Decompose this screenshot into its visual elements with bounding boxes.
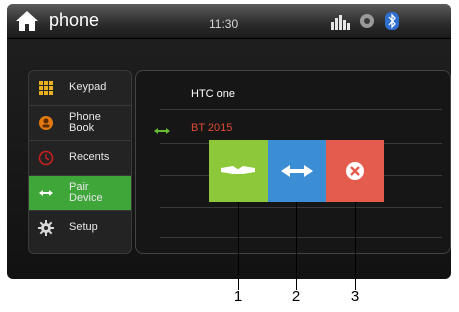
home-icon[interactable] (15, 10, 39, 37)
pair-device-icon (38, 185, 54, 201)
top-bar: phone 11:30 (7, 4, 451, 39)
connected-icon (154, 123, 170, 141)
connect-button[interactable] (268, 140, 326, 202)
clock: 11:30 (209, 17, 239, 31)
sidebar-item-label: Setup (69, 221, 98, 233)
cancel-button[interactable] (326, 140, 384, 202)
sidebar-item-phone-book[interactable]: Phone Book (29, 106, 131, 141)
sidebar-item-recents[interactable]: Recents (29, 141, 131, 176)
callout-line-1 (238, 202, 239, 290)
sidebar-item-label: Keypad (69, 81, 107, 93)
sidebar-item-label: Recents (69, 151, 110, 163)
pair-button[interactable] (209, 140, 268, 202)
sidebar-item-keypad[interactable]: Keypad (29, 71, 131, 106)
device-row[interactable]: BT 2015 (136, 113, 450, 143)
device-name: BT 2015 (191, 122, 233, 134)
recents-icon (38, 150, 54, 166)
settings-status-icon (359, 13, 375, 34)
gear-icon (38, 220, 54, 236)
callout-number-1: 1 (233, 288, 243, 305)
device-row[interactable]: HTC one (136, 79, 450, 109)
keypad-icon (38, 80, 54, 96)
phonebook-icon (38, 115, 54, 131)
sidebar-item-label-line-2: Device (69, 192, 103, 204)
sidebar-item-label: Pair Device (69, 182, 129, 204)
callout-number-3: 3 (350, 288, 360, 305)
row-divider (160, 109, 442, 110)
callout-number-2: 2 (291, 288, 301, 305)
row-divider (160, 237, 442, 238)
phone-sidebar: Keypad Phone Book Recents Pair Device Se… (28, 70, 132, 254)
row-divider (160, 207, 442, 208)
bluetooth-icon (385, 12, 399, 35)
sidebar-item-label-line-2: Book (69, 122, 95, 134)
callout-line-3 (355, 202, 356, 290)
page-title: phone (49, 10, 100, 30)
pair-action-popup (209, 140, 384, 202)
equalizer-icon (331, 14, 351, 35)
sidebar-item-setup[interactable]: Setup (29, 211, 131, 245)
device-name: HTC one (191, 88, 236, 100)
sidebar-item-label: Phone Book (69, 112, 129, 134)
callout-line-2 (296, 202, 297, 290)
sidebar-item-pair-device[interactable]: Pair Device (29, 176, 131, 211)
